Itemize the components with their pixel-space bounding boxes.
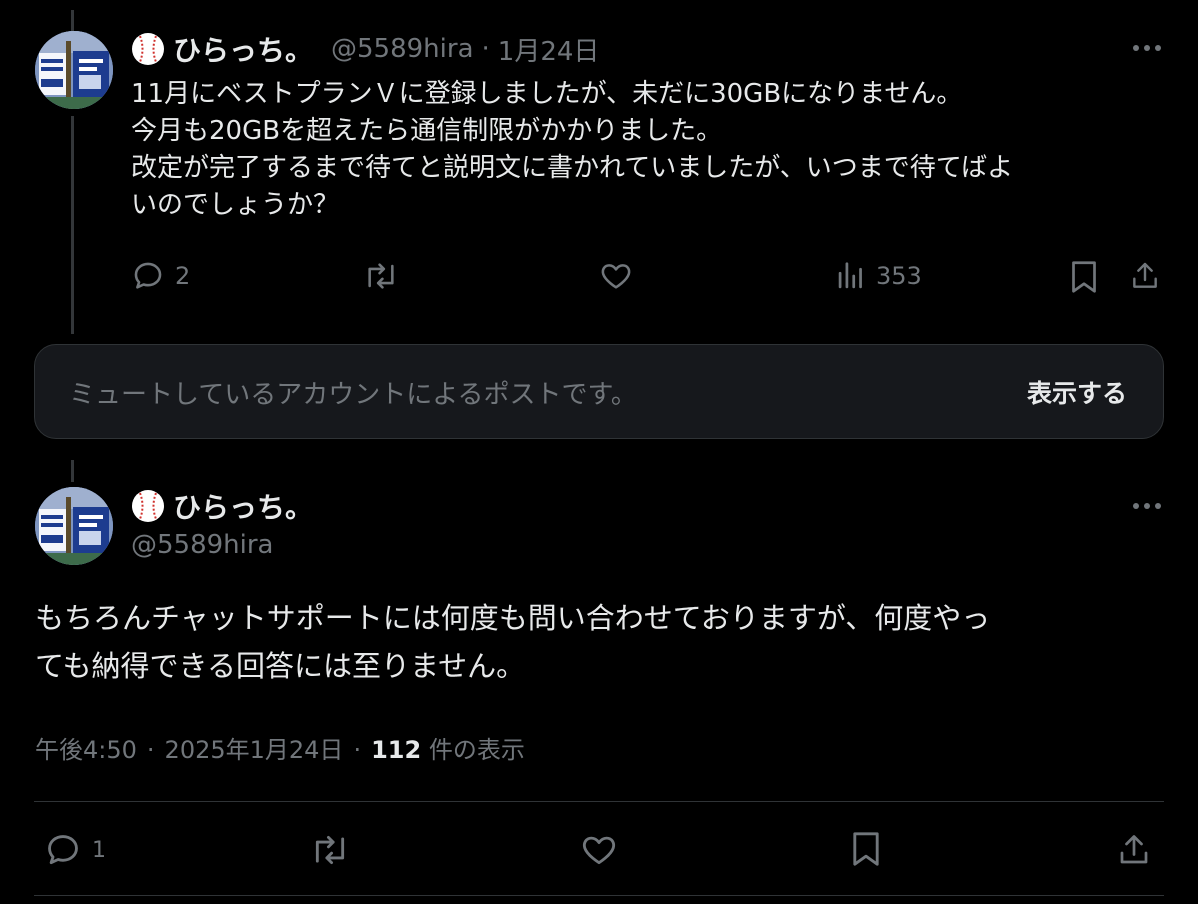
reply-button[interactable]: 1 [44, 831, 106, 869]
post-1-text: 11月にベストプランＶに登録しましたが、未だに30GBになりません。 今月も20… [131, 76, 1161, 224]
text-line: いのでしょうか？ [131, 190, 340, 220]
views-count: 353 [876, 262, 922, 290]
baseball-icon [131, 489, 165, 523]
user-handle[interactable]: @5589hira [131, 530, 274, 560]
text-line: 11月にベストプランＶに登録しましたが、未だに30GBになりません。 [131, 79, 963, 109]
avatar-image [35, 487, 113, 565]
share-icon [1133, 262, 1157, 288]
divider [34, 895, 1164, 896]
more-icon[interactable] [1133, 45, 1161, 51]
reply-count: 1 [92, 837, 106, 863]
views-label: 件の表示 [428, 736, 525, 764]
user-handle[interactable]: @5589hira [331, 34, 474, 64]
more-icon[interactable] [1133, 503, 1161, 509]
avatar[interactable] [35, 31, 113, 109]
text-line: 改定が完了するまで待てと説明文に書かれていましたが、いつまで待てばよ [131, 153, 1014, 183]
display-name[interactable]: ひらっち。 [173, 29, 313, 69]
text-line: 今月も20GBを超えたら通信制限がかかりました。 [131, 116, 723, 146]
bookmark-icon [1072, 261, 1096, 293]
reply-button[interactable]: 2 [131, 259, 190, 293]
retweet-button[interactable] [309, 831, 351, 869]
separator-dot: · [481, 34, 490, 64]
share-icon [1120, 835, 1148, 864]
like-button[interactable] [580, 831, 618, 869]
thread-line-post2-top [71, 460, 74, 482]
retweet-button[interactable] [362, 259, 400, 293]
views-button[interactable]: 353 [836, 259, 922, 293]
show-button[interactable]: 表示する [1027, 374, 1127, 410]
reply-icon [134, 262, 162, 289]
share-button[interactable] [1129, 259, 1161, 293]
separator-dot: · [353, 736, 362, 764]
views-count[interactable]: 112 [371, 736, 421, 764]
muted-notice-text: ミュートしているアカウントによるポストです。 [69, 380, 637, 410]
views-icon [838, 262, 862, 289]
bookmark-icon [853, 832, 879, 866]
heart-icon [582, 836, 616, 865]
post-date[interactable]: 2025年1月24日 [165, 730, 344, 765]
share-button[interactable] [1116, 831, 1152, 869]
muted-post-notice: ミュートしているアカウントによるポストです。 表示する [34, 344, 1164, 439]
post-2-text: もちろんチャットサポートには何度も問い合わせておりますが、何度やっ ても納得でき… [35, 594, 1160, 690]
text-line: もちろんチャットサポートには何度も問い合わせておりますが、何度やっ [35, 601, 991, 635]
avatar-image [35, 31, 113, 109]
separator-dot: · [146, 736, 155, 764]
bookmark-button[interactable] [850, 829, 882, 869]
display-name[interactable]: ひらっち。 [173, 486, 313, 526]
post-2-header: ひらっち。 [131, 488, 313, 524]
post-time[interactable]: 午後4:50 [35, 730, 137, 765]
retweet-icon [315, 835, 345, 865]
reply-icon [48, 835, 78, 865]
text-line: ても納得できる回答には至りません。 [35, 649, 526, 683]
bookmark-button[interactable] [1069, 259, 1099, 295]
divider [34, 801, 1164, 802]
avatar[interactable] [35, 487, 113, 565]
post-1-header: ひらっち。 @5589hira · 1月24日 [131, 31, 599, 67]
post-date[interactable]: 1月24日 [498, 31, 600, 68]
heart-icon [601, 264, 631, 289]
retweet-icon [368, 263, 394, 289]
reply-count: 2 [175, 262, 191, 290]
thread-line-post1 [71, 116, 74, 334]
post-meta: 午後4:50 · 2025年1月24日 · 112 件の表示 [35, 730, 525, 765]
thread-line-top [71, 10, 74, 32]
baseball-icon [131, 32, 165, 66]
like-button[interactable] [599, 259, 633, 293]
